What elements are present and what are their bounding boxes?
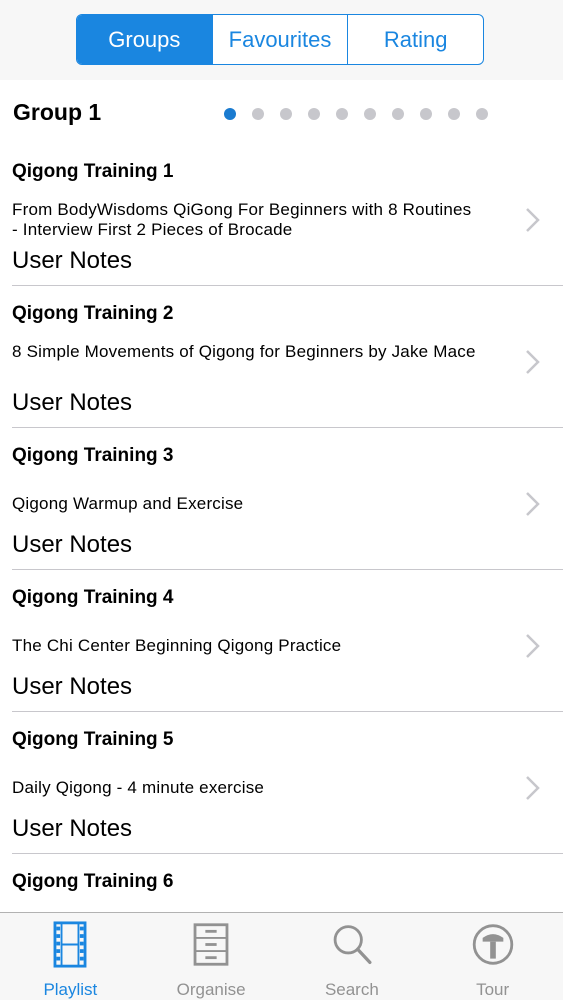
- top-bar: Groups Favourites Rating: [0, 0, 563, 80]
- tab-label: Tour: [476, 980, 510, 999]
- film-icon: [53, 921, 87, 968]
- item-title: Qigong Training 1: [12, 161, 174, 182]
- tab-playlist[interactable]: Playlist: [0, 913, 141, 1000]
- page-dot: [364, 108, 376, 120]
- list-item[interactable]: Qigong Training 3 Qigong Warmup and Exer…: [12, 428, 563, 570]
- tab-organise[interactable]: Organise: [141, 913, 282, 1000]
- list-item[interactable]: Qigong Training 1 From BodyWisdoms QiGon…: [12, 144, 563, 286]
- segment-rating[interactable]: Rating: [348, 15, 483, 64]
- item-user-notes: User Notes: [12, 673, 133, 700]
- item-title: Qigong Training 6: [12, 871, 174, 892]
- item-user-notes: User Notes: [12, 815, 133, 842]
- item-user-notes: User Notes: [12, 247, 133, 274]
- segment-favourites[interactable]: Favourites: [213, 15, 349, 64]
- chevron-right-icon: [526, 634, 540, 658]
- list-item[interactable]: Qigong Training 5 Daily Qigong - 4 minut…: [12, 712, 563, 854]
- page-dot: [392, 108, 404, 120]
- list-item[interactable]: Qigong Training 4 The Chi Center Beginni…: [12, 570, 563, 712]
- chevron-right-icon: [526, 776, 540, 800]
- item-description: Qigong Warmup and Exercise: [12, 494, 244, 513]
- chevron-right-icon: [526, 492, 540, 516]
- page-dot: [224, 108, 236, 120]
- item-title: Qigong Training 4: [12, 587, 174, 608]
- page-dot: [420, 108, 432, 120]
- tab-tour[interactable]: Tour: [422, 913, 563, 1000]
- search-icon: [333, 925, 372, 965]
- item-description: 8 Simple Movements of Qigong for Beginne…: [12, 342, 476, 361]
- item-title: Qigong Training 5: [12, 729, 174, 750]
- tab-label: Playlist: [43, 980, 98, 999]
- item-title: Qigong Training 2: [12, 303, 174, 324]
- page-dot: [280, 108, 292, 120]
- tab-search[interactable]: Search: [282, 913, 423, 1000]
- item-description: The Chi Center Beginning Qigong Practice: [12, 636, 342, 655]
- item-user-notes: User Notes: [12, 531, 133, 558]
- page-dot: [308, 108, 320, 120]
- item-user-notes: User Notes: [12, 389, 133, 416]
- item-description: Daily Qigong - 4 minute exercise: [12, 778, 265, 797]
- chevron-right-icon: [526, 350, 540, 374]
- tab-label: Organise: [176, 980, 246, 999]
- item-title: Qigong Training 3: [12, 445, 174, 466]
- item-description: From BodyWisdoms QiGong For Beginners wi…: [12, 200, 472, 239]
- cabinet-icon: [193, 923, 229, 966]
- chevron-right-icon: [526, 208, 540, 232]
- page-indicator[interactable]: [224, 108, 488, 120]
- list-item[interactable]: Qigong Training 2 8 Simple Movements of …: [12, 286, 563, 428]
- tab-bar: Playlist Organise Search Tour: [0, 912, 563, 1000]
- tour-icon: [472, 924, 513, 965]
- segment-groups[interactable]: Groups: [77, 15, 213, 64]
- page-dot: [448, 108, 460, 120]
- group-title: Group 1: [13, 99, 102, 125]
- tab-label: Search: [324, 980, 379, 999]
- page-dot: [336, 108, 348, 120]
- page-dot: [476, 108, 488, 120]
- view-segmented-control: Groups Favourites Rating: [76, 14, 484, 65]
- page-dot: [252, 108, 264, 120]
- playlist-list: Qigong Training 1 From BodyWisdoms QiGon…: [0, 144, 563, 996]
